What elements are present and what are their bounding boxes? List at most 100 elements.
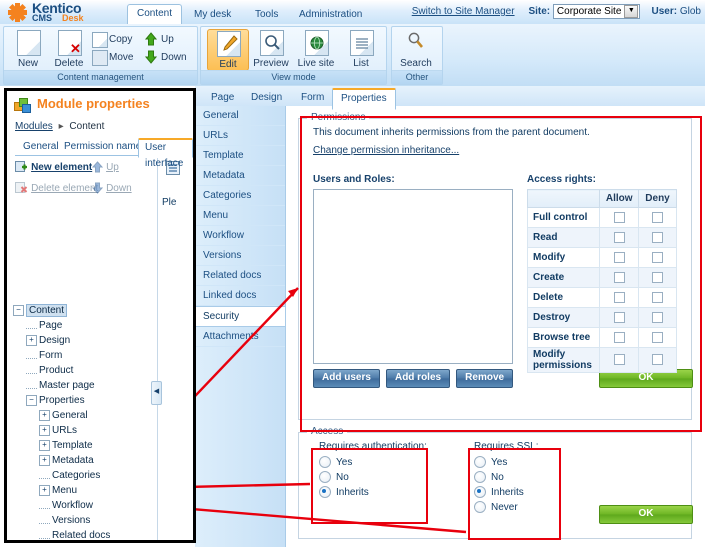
tree-item-content[interactable]: − Content [13, 303, 153, 318]
site-select-value: Corporate Site [556, 6, 622, 18]
tree-toggle-plus-icon[interactable]: + [39, 439, 50, 451]
module-properties-dialog: Module properties Modules ▸ Content Gene… [4, 88, 196, 543]
move-icon [92, 50, 108, 66]
tree-item-label: Master page [39, 380, 95, 391]
sub-menu-item-metadata[interactable]: Metadata [195, 166, 285, 186]
tree-item-menu[interactable]: + Menu [13, 483, 153, 498]
top-bar-right: Switch to Site Manager Site: Corporate S… [412, 4, 701, 20]
sub-menu-item-workflow[interactable]: Workflow [195, 226, 285, 246]
main-tab-tools[interactable]: Tools [246, 5, 287, 24]
element-new[interactable]: New element [15, 161, 92, 173]
ribbon-button-edit[interactable]: Edit [207, 29, 249, 71]
tree-item-versions[interactable]: Versions [13, 513, 153, 528]
properties-sub-menu: General URLs Template Metadata Categorie… [195, 106, 286, 547]
user-label: User: [651, 6, 678, 18]
sub-menu-item-linked-docs[interactable]: Linked docs [195, 286, 285, 306]
arrow-up-icon [91, 161, 104, 173]
ribbon-button-preview[interactable]: Preview [251, 29, 291, 69]
ribbon-button-edit-label: Edit [219, 59, 237, 70]
tab-properties[interactable]: Properties [332, 88, 396, 110]
ribbon-group-view-mode: Edit Preview Live site List View mode [200, 26, 387, 85]
tree-toggle-plus-icon[interactable]: + [39, 454, 50, 466]
sub-menu-item-categories[interactable]: Categories [195, 186, 285, 206]
user-value: Glob [679, 6, 701, 18]
tab-design[interactable]: Design [243, 89, 290, 106]
ribbon-button-new[interactable]: New [8, 29, 48, 69]
sub-menu-item-urls[interactable]: URLs [195, 126, 285, 146]
ribbon-group-label-content-management: Content management [4, 70, 197, 84]
sub-menu-item-attachments[interactable]: Attachments [195, 327, 285, 347]
tab-page[interactable]: Page [203, 89, 242, 106]
top-bar: Kentico CMS Desk Content My desk Tools A… [0, 0, 705, 25]
tree-item-form[interactable]: Form [13, 348, 153, 363]
page-tab-strip: Page Design Form Properties [195, 86, 705, 110]
tab-form[interactable]: Form [293, 89, 332, 106]
tree-item-design[interactable]: + Design [13, 333, 153, 348]
tree-item-properties[interactable]: − Properties [13, 393, 153, 408]
main-tab-content[interactable]: Content [127, 4, 183, 25]
kentico-logo: Kentico CMS Desk [8, 0, 128, 24]
tree-item-label: Metadata [52, 455, 94, 466]
site-select[interactable]: Corporate Site ▼ [552, 4, 641, 19]
site-label: Site: [528, 6, 551, 18]
main-tab-my-desk[interactable]: My desk [185, 5, 240, 24]
element-delete: Delete element [15, 182, 98, 194]
arrow-up-icon [144, 32, 158, 46]
dialog-title-bar: Module properties [7, 91, 193, 119]
tree-item-related-docs[interactable]: Related docs [13, 528, 153, 540]
delete-document-icon: ✕ [58, 30, 82, 56]
globe-icon [305, 30, 329, 56]
tree-item-general[interactable]: + General [13, 408, 153, 423]
breadcrumb-current: Content [69, 121, 105, 132]
sub-menu-item-related-docs[interactable]: Related docs [195, 266, 285, 286]
ribbon-button-move[interactable]: Move [92, 49, 133, 66]
tree-item-product[interactable]: Product [13, 363, 153, 378]
ribbon-button-copy-label: Copy [109, 34, 133, 45]
new-document-icon [17, 30, 41, 56]
tree-toggle-plus-icon[interactable]: + [39, 484, 50, 496]
dialog-title: Module properties [37, 96, 150, 111]
ribbon-button-down[interactable]: Down [144, 49, 187, 66]
sub-menu-item-menu[interactable]: Menu [195, 206, 285, 226]
tree-item-metadata[interactable]: + Metadata [13, 453, 153, 468]
tree-item-label: Menu [52, 485, 78, 496]
tree-item-urls[interactable]: + URLs [13, 423, 153, 438]
tree-toggle-minus-icon[interactable]: − [13, 304, 24, 316]
sub-menu-item-security[interactable]: Security [195, 306, 285, 327]
ribbon-button-up[interactable]: Up [144, 31, 174, 48]
tree-item-master-page[interactable]: Master page [13, 378, 153, 393]
svg-text:✕: ✕ [70, 41, 81, 55]
ribbon-button-list[interactable]: List [341, 29, 381, 69]
tree-item-label: Properties [39, 395, 85, 406]
breadcrumb: Modules ▸ Content [15, 121, 104, 132]
ribbon-button-live-site[interactable]: Live site [296, 29, 336, 69]
ribbon-button-search[interactable]: Search [396, 29, 436, 69]
main-tab-administration[interactable]: Administration [290, 5, 371, 24]
ribbon-button-delete[interactable]: ✕ Delete [49, 29, 89, 69]
dialog-tab-user-interface[interactable]: User interface [138, 138, 193, 169]
ribbon-button-copy[interactable]: Copy [92, 31, 132, 48]
access-ok-button[interactable]: OK [599, 505, 693, 524]
tree-toggle-plus-icon[interactable]: + [39, 424, 50, 436]
kentico-mark-icon [8, 3, 27, 22]
tree-item-page[interactable]: Page [13, 318, 153, 333]
tree-item-template[interactable]: + Template [13, 438, 153, 453]
sub-menu-item-general[interactable]: General [195, 106, 285, 126]
ribbon-group-other: Search Other [391, 26, 443, 85]
sub-menu-item-versions[interactable]: Versions [195, 246, 285, 266]
tree-toggle-plus-icon[interactable]: + [39, 409, 50, 421]
tree-leaf-icon [26, 367, 37, 374]
ribbon-group-content-management: New ✕ Delete Copy Move Up Down Content m… [3, 26, 198, 85]
arrow-down-icon [91, 182, 104, 194]
tree-leaf-icon [39, 502, 50, 509]
switch-to-site-manager-link[interactable]: Switch to Site Manager [412, 6, 515, 17]
tree-item-label: URLs [52, 425, 78, 436]
tree-toggle-plus-icon[interactable]: + [26, 334, 37, 346]
tree-item-workflow[interactable]: Workflow [13, 498, 153, 513]
tree-item-label: Content [26, 304, 68, 317]
tree-toggle-minus-icon[interactable]: − [26, 394, 37, 406]
tree-leaf-icon [39, 517, 50, 524]
breadcrumb-modules-link[interactable]: Modules [15, 121, 53, 132]
tree-item-categories[interactable]: Categories [13, 468, 153, 483]
sub-menu-item-template[interactable]: Template [195, 146, 285, 166]
